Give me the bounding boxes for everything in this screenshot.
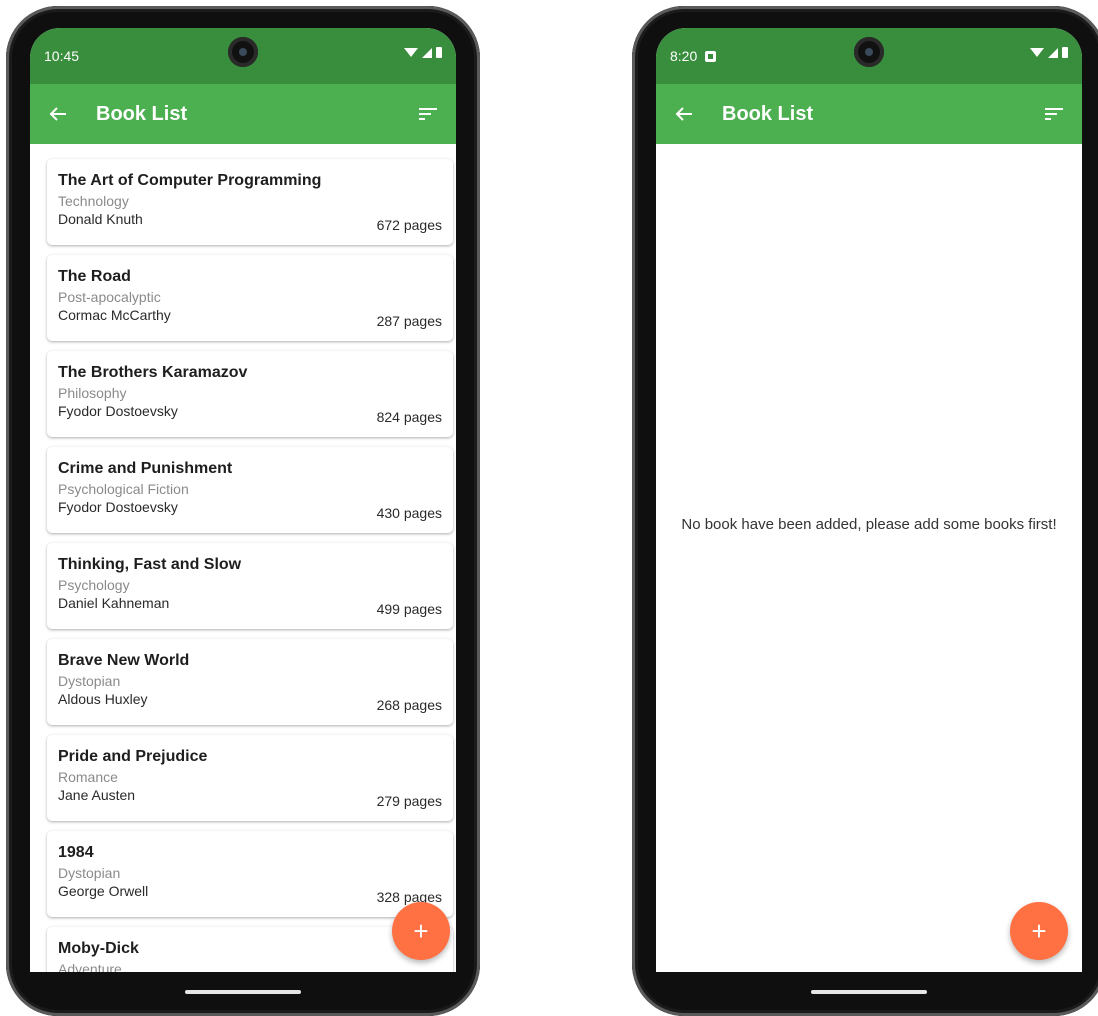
wifi-icon xyxy=(404,48,418,57)
status-time: 8:20 xyxy=(670,48,698,64)
book-pages: 268 pages xyxy=(376,697,442,713)
book-genre: Romance xyxy=(58,769,118,785)
book-pages: 499 pages xyxy=(376,601,442,617)
app-bar: Book List xyxy=(30,84,456,144)
sort-icon[interactable] xyxy=(1042,102,1066,126)
app-bar: Book List xyxy=(656,84,1082,144)
arrow-left-icon[interactable] xyxy=(46,102,70,126)
battery-icon xyxy=(436,47,442,58)
book-title: 1984 xyxy=(58,844,94,861)
page-title: Book List xyxy=(722,102,814,125)
screen-left: 10:45 Book List The Art of Computer Prog… xyxy=(30,28,456,993)
book-genre: Dystopian xyxy=(58,673,121,689)
phone-frame-right: 8:20 Book List No book have been added, … xyxy=(632,6,1098,1016)
book-title: Moby-Dick xyxy=(58,940,139,957)
add-book-button[interactable]: + xyxy=(392,902,450,960)
book-genre: Dystopian xyxy=(58,865,121,881)
signal-icon xyxy=(1048,47,1058,58)
book-pages: 287 pages xyxy=(376,313,442,329)
book-card[interactable]: Thinking, Fast and Slow Psychology Danie… xyxy=(47,543,453,629)
book-list: The Art of Computer Programming Technolo… xyxy=(30,144,456,993)
status-icons xyxy=(1030,47,1068,58)
book-title: The Brothers Karamazov xyxy=(58,364,248,381)
sort-icon[interactable] xyxy=(416,102,440,126)
plus-icon: + xyxy=(1031,915,1047,946)
book-title: Thinking, Fast and Slow xyxy=(58,556,242,573)
home-indicator[interactable] xyxy=(185,990,301,994)
book-card[interactable]: The Brothers Karamazov Philosophy Fyodor… xyxy=(47,351,453,437)
book-title: Pride and Prejudice xyxy=(58,748,208,765)
book-pages: 430 pages xyxy=(376,505,442,521)
phone-frame-left: 10:45 Book List The Art of Computer Prog… xyxy=(6,6,480,1016)
add-book-button[interactable]: + xyxy=(1010,902,1068,960)
book-genre: Psychological Fiction xyxy=(58,481,189,497)
battery-icon xyxy=(1062,47,1068,58)
status-bar: 8:20 xyxy=(656,28,1082,84)
book-title: Crime and Punishment xyxy=(58,460,233,477)
home-indicator[interactable] xyxy=(811,990,927,994)
book-pages: 328 pages xyxy=(376,889,442,905)
bottom-bezel xyxy=(656,972,1082,1002)
status-icons xyxy=(404,47,442,58)
front-camera xyxy=(854,37,884,67)
book-genre: Post-apocalyptic xyxy=(58,289,161,305)
front-camera xyxy=(228,37,258,67)
plus-icon: + xyxy=(413,915,429,946)
book-genre: Philosophy xyxy=(58,385,127,401)
book-pages: 279 pages xyxy=(376,793,442,809)
page-title: Book List xyxy=(96,102,188,125)
notification-icon xyxy=(705,50,717,62)
book-card[interactable]: The Road Post-apocalyptic Cormac McCarth… xyxy=(47,255,453,341)
book-title: The Road xyxy=(58,268,131,285)
book-title: The Art of Computer Programming xyxy=(58,172,322,189)
arrow-left-icon[interactable] xyxy=(672,102,696,126)
screen-right: 8:20 Book List No book have been added, … xyxy=(656,28,1082,993)
book-card[interactable]: Brave New World Dystopian Aldous Huxley … xyxy=(47,639,453,725)
bottom-bezel xyxy=(30,972,456,1002)
empty-state-message: No book have been added, please add some… xyxy=(681,516,1057,533)
wifi-icon xyxy=(1030,48,1044,57)
book-card[interactable]: Crime and Punishment Psychological Ficti… xyxy=(47,447,453,533)
status-bar: 10:45 xyxy=(30,28,456,84)
book-genre: Technology xyxy=(58,193,129,209)
book-pages: 824 pages xyxy=(376,409,442,425)
book-card[interactable]: Pride and Prejudice Romance Jane Austen … xyxy=(47,735,453,821)
book-title: Brave New World xyxy=(58,652,190,669)
status-time: 10:45 xyxy=(44,48,80,64)
book-pages: 672 pages xyxy=(376,217,442,233)
book-genre: Psychology xyxy=(58,577,130,593)
signal-icon xyxy=(422,47,432,58)
book-card[interactable]: The Art of Computer Programming Technolo… xyxy=(47,159,453,245)
book-card[interactable]: 1984 Dystopian George Orwell 328 pages xyxy=(47,831,453,917)
